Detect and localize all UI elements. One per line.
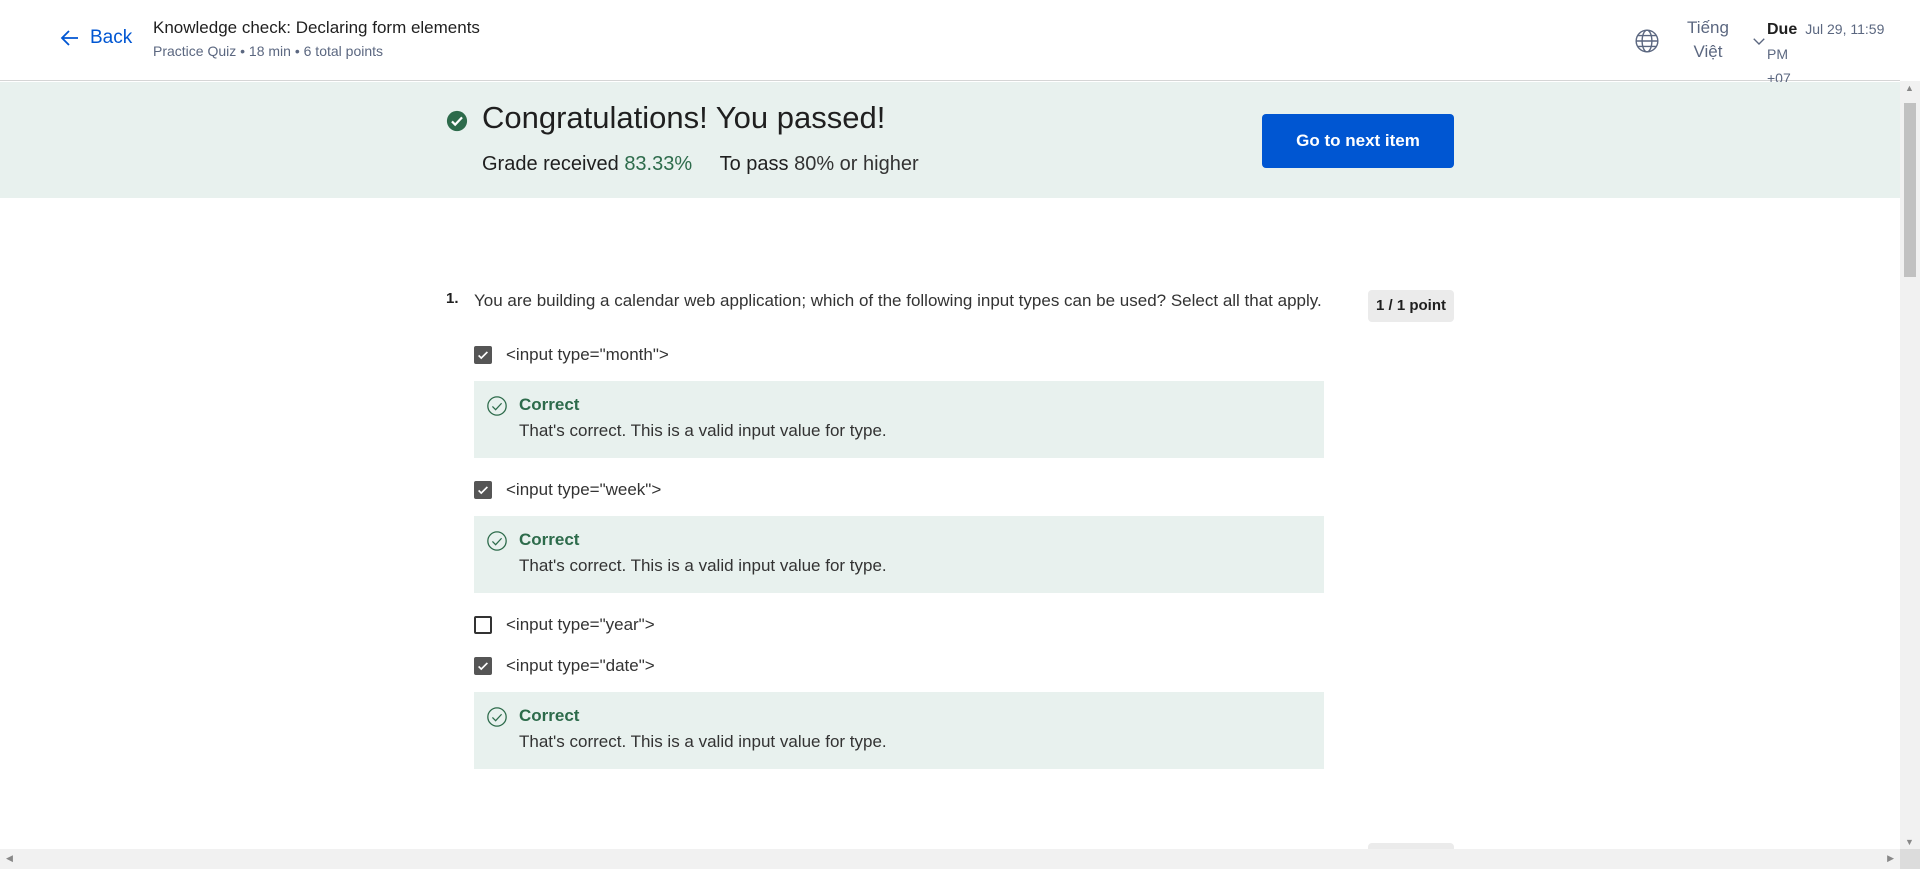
feedback-correct: Correct That's correct. This is a valid … xyxy=(474,516,1324,593)
grade-label: Grade received xyxy=(482,153,619,175)
chevron-down-icon xyxy=(1753,38,1765,45)
language-line-1: Tiếng xyxy=(1687,18,1729,37)
checkbox[interactable] xyxy=(474,346,492,364)
check-circle-icon xyxy=(446,110,468,132)
question-number: 1. xyxy=(446,290,459,307)
due-info: Due Jul 29, 11:59 PM +07 xyxy=(1767,17,1900,90)
check-circle-outline-icon xyxy=(487,707,507,727)
horizontal-scrollbar[interactable]: ◀ ▶ xyxy=(0,849,1900,869)
vertical-scroll-thumb[interactable] xyxy=(1904,103,1916,277)
quiz-title-block: Knowledge check: Declaring form elements… xyxy=(153,17,480,61)
checkmark-icon xyxy=(478,486,488,495)
option-month[interactable]: <input type="month"> xyxy=(474,345,669,365)
feedback-text: That's correct. This is a valid input va… xyxy=(519,732,887,751)
option-label: <input type="date"> xyxy=(506,656,655,675)
feedback-text: That's correct. This is a valid input va… xyxy=(519,421,887,440)
option-label: <input type="month"> xyxy=(506,345,669,364)
pass-label: To pass xyxy=(719,153,789,175)
back-button[interactable]: Back xyxy=(58,26,132,50)
result-banner: Congratulations! You passed! Grade recei… xyxy=(0,82,1900,198)
feedback-title: Correct xyxy=(519,706,580,725)
scroll-right-icon[interactable]: ▶ xyxy=(1887,853,1894,864)
scroll-up-icon[interactable]: ▲ xyxy=(1905,83,1914,93)
language-label: Tiếng Việt xyxy=(1668,16,1748,64)
check-circle-outline-icon xyxy=(487,531,507,551)
checkbox[interactable] xyxy=(474,657,492,675)
checkmark-icon xyxy=(478,662,488,671)
back-label: Back xyxy=(90,27,133,48)
grade-summary: Grade received 83.33% To pass 80% or hig… xyxy=(482,153,919,176)
feedback-text: That's correct. This is a valid input va… xyxy=(519,556,887,575)
due-label: Due xyxy=(1767,21,1798,38)
pass-title: Congratulations! You passed! xyxy=(482,100,886,135)
option-year[interactable]: <input type="year"> xyxy=(474,615,655,635)
checkmark-icon xyxy=(478,351,488,360)
option-label: <input type="week"> xyxy=(506,480,662,499)
pass-value: 80% or higher xyxy=(794,153,919,175)
option-week[interactable]: <input type="week"> xyxy=(474,480,661,500)
points-badge: 1 / 1 point xyxy=(1368,290,1454,322)
check-circle-outline-icon xyxy=(487,396,507,416)
feedback-correct: Correct That's correct. This is a valid … xyxy=(474,692,1324,769)
globe-icon xyxy=(1635,29,1659,53)
vertical-scrollbar[interactable]: ▲ ▼ xyxy=(1900,81,1920,849)
question-text: You are building a calendar web applicat… xyxy=(474,291,1322,310)
page-header: Back Knowledge check: Declaring form ele… xyxy=(0,0,1900,86)
option-label: <input type="year"> xyxy=(506,615,655,634)
scroll-left-icon[interactable]: ◀ xyxy=(6,853,13,864)
quiz-meta: Practice Quiz • 18 min • 6 total points xyxy=(153,43,384,59)
feedback-title: Correct xyxy=(519,530,580,549)
feedback-title: Correct xyxy=(519,395,580,414)
language-selector[interactable]: Tiếng Việt xyxy=(1634,16,1768,64)
option-date[interactable]: <input type="date"> xyxy=(474,656,655,676)
language-line-2: Việt xyxy=(1693,42,1723,61)
checkbox[interactable] xyxy=(474,616,492,634)
scrollbar-corner xyxy=(1900,849,1920,869)
arrow-left-icon xyxy=(60,30,78,46)
quiz-title: Knowledge check: Declaring form elements xyxy=(153,18,480,37)
feedback-correct: Correct That's correct. This is a valid … xyxy=(474,381,1324,458)
checkbox[interactable] xyxy=(474,481,492,499)
go-to-next-item-button[interactable]: Go to next item xyxy=(1262,114,1454,168)
scroll-down-icon[interactable]: ▼ xyxy=(1905,837,1914,847)
grade-value: 83.33% xyxy=(624,153,693,175)
